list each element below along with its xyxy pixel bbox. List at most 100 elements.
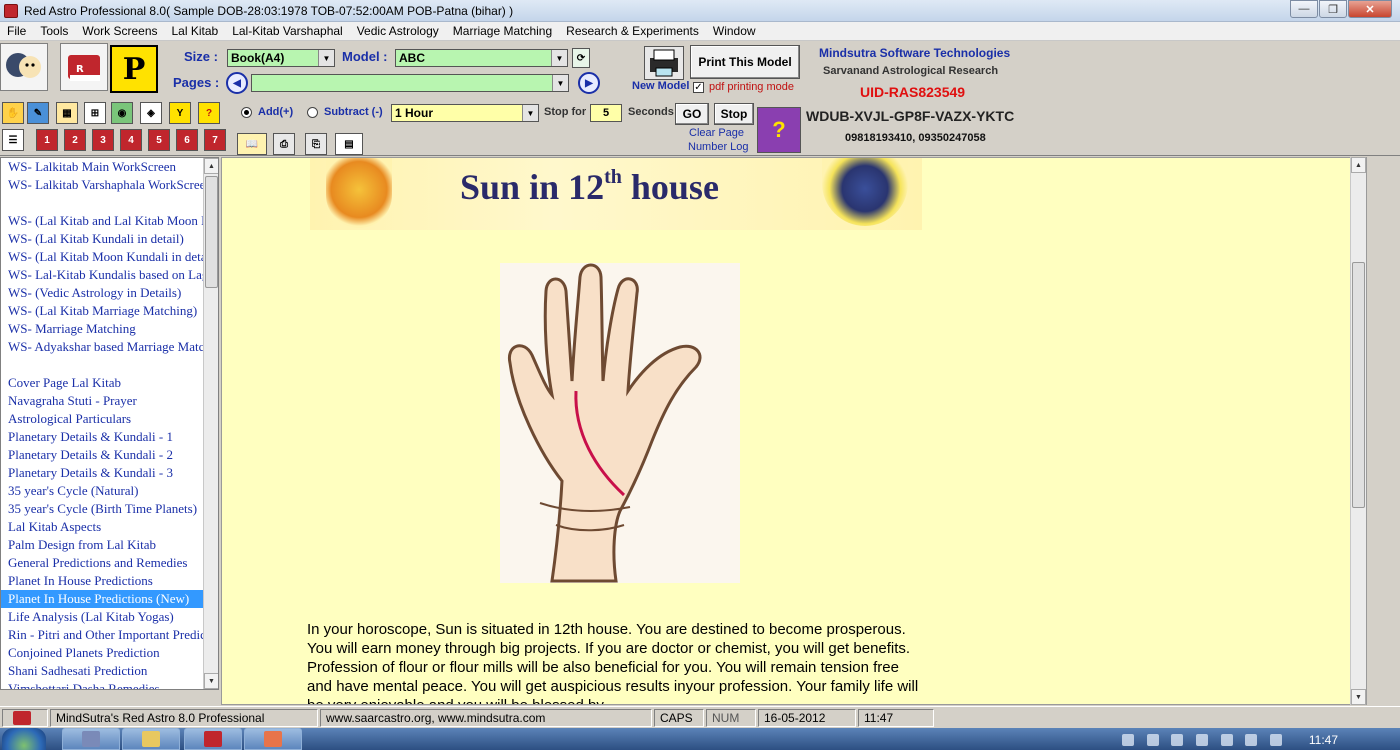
- new-model-link[interactable]: New Model: [632, 80, 689, 92]
- interval-select[interactable]: 1 Hour ▼: [391, 104, 539, 122]
- clear-page-link[interactable]: Clear Page: [689, 127, 744, 139]
- scroll-up-icon[interactable]: ▲: [204, 158, 218, 174]
- sidebar-item[interactable]: 35 year's Cycle (Birth Time Planets): [1, 500, 203, 518]
- taskbar-app-paint[interactable]: [244, 728, 302, 750]
- people-icon[interactable]: [0, 43, 48, 91]
- chart-list-icon[interactable]: ▤: [335, 133, 363, 155]
- sidebar-item[interactable]: Shani Sadhesati Prediction: [1, 662, 203, 680]
- sidebar-item[interactable]: Cover Page Lal Kitab: [1, 374, 203, 392]
- page-3-icon[interactable]: 3: [92, 129, 114, 151]
- palm-icon[interactable]: ✋: [2, 102, 24, 124]
- refresh-icon[interactable]: ⟳: [572, 48, 590, 68]
- sidebar-item[interactable]: Life Analysis (Lal Kitab Yogas): [1, 608, 203, 626]
- prev-page-button[interactable]: ◀: [226, 72, 248, 94]
- size-select[interactable]: Book(A4) ▼: [227, 49, 335, 67]
- sidebar-item[interactable]: Vimshottari Dasha Remedies: [1, 680, 203, 689]
- print-p-icon[interactable]: P: [110, 45, 158, 93]
- menu-lal-kitab-varshaphal[interactable]: Lal-Kitab Varshaphal: [225, 24, 350, 38]
- chevron-down-icon[interactable]: ▼: [318, 50, 334, 66]
- scroll-up-icon[interactable]: ▲: [1351, 157, 1366, 173]
- model-select[interactable]: ABC ▼: [395, 49, 568, 67]
- sidebar-item[interactable]: WS- Lal-Kitab Kundalis based on Lagna: [1, 266, 203, 284]
- help-book-icon[interactable]: ?: [757, 107, 801, 153]
- sidebar-item[interactable]: WS- (Lal Kitab and Lal Kitab Moon Kundal…: [1, 212, 203, 230]
- go-button[interactable]: GO: [675, 103, 709, 125]
- sidebar-item[interactable]: Astrological Particulars: [1, 410, 203, 428]
- menu-lal-kitab[interactable]: Lal Kitab: [165, 24, 226, 38]
- sidebar-item[interactable]: WS- Lalkitab Varshaphala WorkScreen: [1, 176, 203, 194]
- menu-work-screens[interactable]: Work Screens: [75, 24, 164, 38]
- sidebar-item[interactable]: Planetary Details & Kundali - 3: [1, 464, 203, 482]
- page-2-icon[interactable]: 2: [64, 129, 86, 151]
- sidebar-item[interactable]: WS- (Vedic Astrology in Details): [1, 284, 203, 302]
- sidebar-item[interactable]: Planet In House Predictions: [1, 572, 203, 590]
- scroll-down-icon[interactable]: ▼: [1351, 689, 1366, 705]
- sidebar-item[interactable]: WS- Lalkitab Main WorkScreen: [1, 158, 203, 176]
- list-icon[interactable]: ☰: [2, 129, 24, 151]
- menu-research-experiments[interactable]: Research & Experiments: [559, 24, 706, 38]
- taskbar-app-tools[interactable]: [62, 728, 120, 750]
- print-model-button[interactable]: Print This Model: [690, 45, 800, 79]
- menu-marriage-matching[interactable]: Marriage Matching: [446, 24, 559, 38]
- tray-icon[interactable]: [1195, 734, 1208, 746]
- sidebar-item[interactable]: Navagraha Stuti - Prayer: [1, 392, 203, 410]
- tray-icon[interactable]: [1171, 734, 1184, 746]
- pencil-icon[interactable]: ✎: [27, 102, 49, 124]
- start-button[interactable]: [2, 728, 46, 750]
- menu-window[interactable]: Window: [706, 24, 763, 38]
- page-7-icon[interactable]: 7: [204, 129, 226, 151]
- tray-icon[interactable]: [1245, 734, 1258, 746]
- taskbar-clock[interactable]: 11:47: [1309, 733, 1338, 747]
- page-6-icon[interactable]: 6: [176, 129, 198, 151]
- content-scrollbar[interactable]: ▲ ▼: [1350, 157, 1366, 705]
- close-button[interactable]: ✕: [1348, 0, 1392, 18]
- sidebar-item[interactable]: 35 year's Cycle (Natural): [1, 482, 203, 500]
- sidebar-item[interactable]: Conjoined Planets Prediction: [1, 644, 203, 662]
- page-4-icon[interactable]: 4: [120, 129, 142, 151]
- sidebar-scrollbar[interactable]: ▲ ▼: [203, 158, 218, 689]
- add-radio[interactable]: [241, 107, 252, 118]
- fax-icon[interactable]: ⎘: [305, 133, 327, 155]
- scroll-thumb[interactable]: [1352, 262, 1365, 508]
- stop-button[interactable]: Stop: [714, 103, 754, 125]
- restore-button[interactable]: ❐: [1319, 0, 1347, 18]
- chevron-down-icon[interactable]: ▼: [551, 50, 567, 66]
- seconds-input[interactable]: 5: [590, 104, 622, 122]
- help-icon[interactable]: ?: [198, 102, 220, 124]
- sidebar-item[interactable]: WS- Marriage Matching: [1, 320, 203, 338]
- taskbar-app-explorer[interactable]: [122, 728, 180, 750]
- sidebar-item[interactable]: WS- (Lal Kitab Moon Kundali in detail): [1, 248, 203, 266]
- pages-select[interactable]: ▼: [251, 74, 569, 92]
- sidebar-item[interactable]: Rin - Pitri and Other Important Predicti…: [1, 626, 203, 644]
- menu-tools[interactable]: Tools: [33, 24, 75, 38]
- taskbar-app-redastro[interactable]: [184, 728, 242, 750]
- globe-icon[interactable]: ◉: [111, 102, 133, 124]
- subtract-radio[interactable]: [307, 107, 318, 118]
- grid-icon[interactable]: ⊞: [84, 102, 106, 124]
- sidebar-item[interactable]: WS- (Lal Kitab Kundali in detail): [1, 230, 203, 248]
- open-book-icon[interactable]: 📖: [237, 133, 267, 155]
- sidebar-item[interactable]: Palm Design from Lal Kitab: [1, 536, 203, 554]
- tray-icon[interactable]: [1146, 734, 1159, 746]
- print-icon[interactable]: ⎙: [273, 133, 295, 155]
- sidebar-item[interactable]: General Predictions and Remedies: [1, 554, 203, 572]
- chevron-down-icon[interactable]: ▼: [522, 105, 538, 121]
- sidebar-item[interactable]: WS- (Lal Kitab Marriage Matching): [1, 302, 203, 320]
- minimize-button[interactable]: —: [1290, 0, 1318, 18]
- sidebar-item[interactable]: Planet In House Predictions (New): [1, 590, 203, 608]
- page-5-icon[interactable]: 5: [148, 129, 170, 151]
- chevron-down-icon[interactable]: ▼: [552, 75, 568, 91]
- chart-icon[interactable]: ▦: [56, 102, 78, 124]
- scroll-thumb[interactable]: [205, 176, 218, 288]
- tray-icon[interactable]: [1122, 734, 1134, 746]
- pdf-mode-checkbox[interactable]: ✓: [693, 82, 704, 93]
- page-1-icon[interactable]: 1: [36, 129, 58, 151]
- book-icon[interactable]: R: [60, 43, 108, 91]
- sidebar-item[interactable]: Planetary Details & Kundali - 2: [1, 446, 203, 464]
- menu-vedic-astrology[interactable]: Vedic Astrology: [350, 24, 446, 38]
- next-page-button[interactable]: ▶: [578, 72, 600, 94]
- sidebar-item[interactable]: WS- Adyakshar based Marriage Matching: [1, 338, 203, 356]
- menu-file[interactable]: File: [0, 24, 33, 38]
- tray-icon[interactable]: [1269, 734, 1282, 746]
- tray-icon[interactable]: [1220, 734, 1233, 746]
